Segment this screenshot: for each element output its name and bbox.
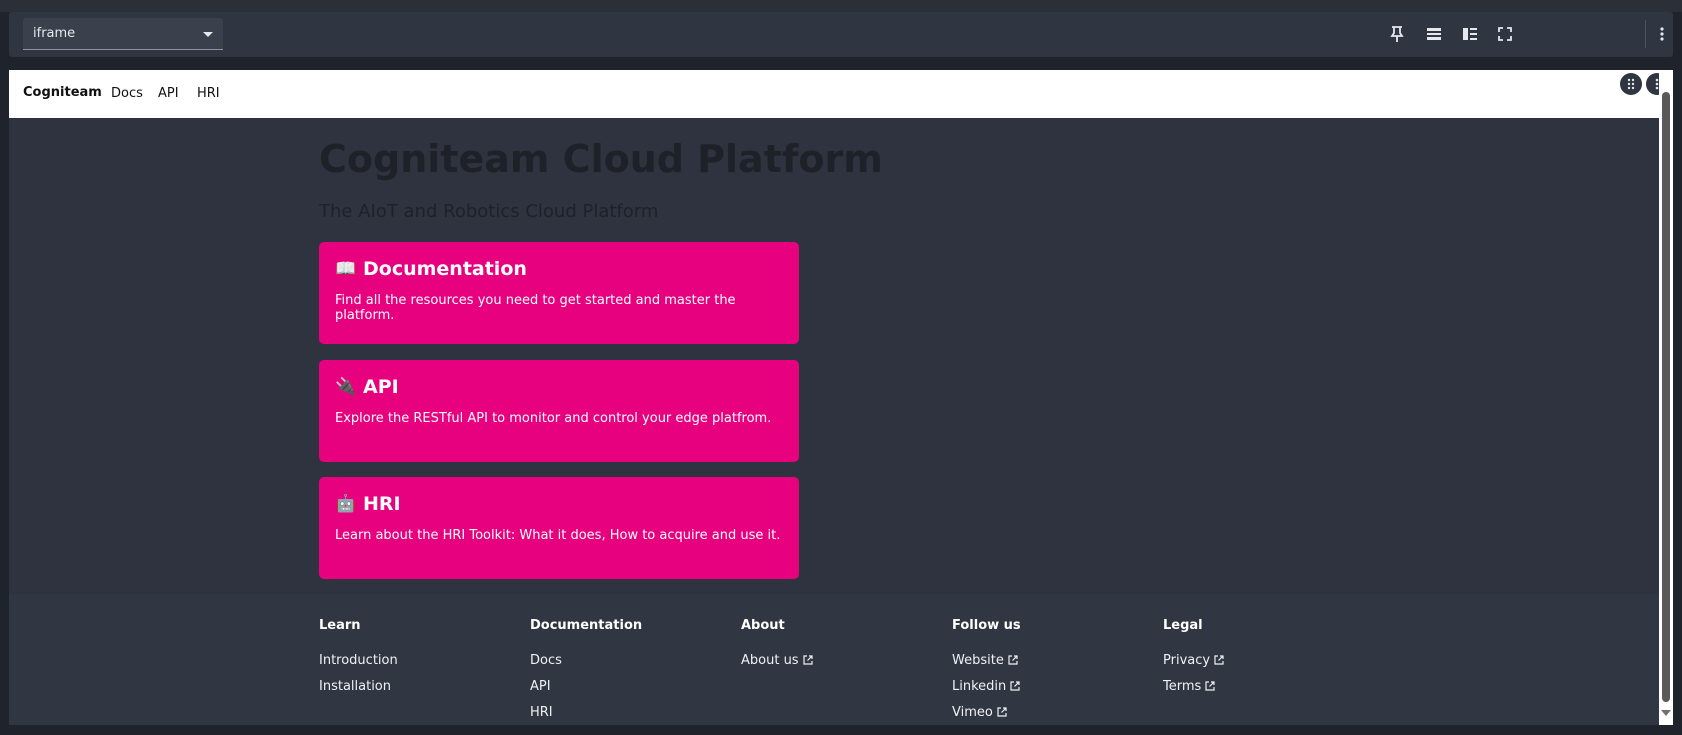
footer-link-hri[interactable]: HRI bbox=[530, 699, 642, 725]
layout-rows-icon[interactable] bbox=[1423, 23, 1445, 45]
footer-link-docs[interactable]: Docs bbox=[530, 647, 642, 673]
footer-column-documentation: Documentation Docs API HRI bbox=[530, 618, 642, 725]
panel-type-select[interactable]: iframe bbox=[23, 18, 223, 50]
card-api[interactable]: 🔌 API Explore the RESTful API to monitor… bbox=[319, 360, 799, 462]
card-title: Documentation bbox=[363, 258, 527, 280]
footer-heading: Learn bbox=[319, 618, 361, 633]
footer-column-follow-us: Follow us Website Linkedin Vimeo bbox=[952, 618, 1021, 725]
footer-heading: Legal bbox=[1163, 618, 1203, 633]
brand-link[interactable]: Cogniteam bbox=[23, 85, 102, 100]
nav-link-api[interactable]: API bbox=[158, 86, 179, 101]
drag-handle-icon[interactable] bbox=[1620, 73, 1642, 95]
page-subtitle: The AIoT and Robotics Cloud Platform bbox=[319, 201, 659, 222]
panel-type-value: iframe bbox=[33, 26, 76, 41]
nav-link-hri[interactable]: HRI bbox=[197, 86, 220, 101]
book-icon: 📖 bbox=[335, 259, 357, 279]
footer-column-legal: Legal Privacy Terms bbox=[1163, 618, 1224, 699]
footer-link-api[interactable]: API bbox=[530, 673, 642, 699]
footer-heading: Follow us bbox=[952, 618, 1021, 633]
card-description: Explore the RESTful API to monitor and c… bbox=[335, 411, 772, 426]
footer-link-linkedin[interactable]: Linkedin bbox=[952, 673, 1021, 699]
iframe-content: Cogniteam Docs API HRI Cogniteam Cloud P… bbox=[9, 70, 1673, 725]
footer-link-introduction[interactable]: Introduction bbox=[319, 647, 398, 673]
card-description: Learn about the HRI Toolkit: What it doe… bbox=[335, 528, 781, 543]
footer-link-about-us[interactable]: About us bbox=[741, 647, 813, 673]
card-title: API bbox=[363, 376, 399, 398]
footer-column-about: About About us bbox=[741, 618, 813, 673]
external-link-icon bbox=[802, 655, 813, 665]
plug-icon: 🔌 bbox=[335, 377, 357, 397]
pin-icon[interactable] bbox=[1386, 23, 1408, 45]
footer-link-terms[interactable]: Terms bbox=[1163, 673, 1224, 699]
footer-link-installation[interactable]: Installation bbox=[319, 673, 398, 699]
site-footer: Learn Introduction Installation Document… bbox=[9, 594, 1659, 725]
footer-heading: About bbox=[741, 618, 785, 633]
panel-toolbar: iframe bbox=[9, 12, 1673, 57]
footer-column-learn: Learn Introduction Installation bbox=[319, 618, 398, 699]
footer-heading: Documentation bbox=[530, 618, 643, 633]
more-vertical-icon[interactable] bbox=[1651, 23, 1673, 45]
hero-section: Cogniteam Cloud Platform The AIoT and Ro… bbox=[9, 118, 1659, 594]
robot-icon: 🤖 bbox=[335, 494, 357, 514]
window-top-strip bbox=[0, 0, 1682, 12]
toolbar-divider bbox=[1645, 20, 1646, 48]
external-link-icon bbox=[1008, 655, 1018, 665]
footer-link-vimeo[interactable]: Vimeo bbox=[952, 699, 1021, 725]
card-documentation[interactable]: 📖 Documentation Find all the resources y… bbox=[319, 242, 799, 344]
fullscreen-icon[interactable] bbox=[1494, 23, 1516, 45]
chevron-down-icon bbox=[203, 32, 213, 37]
external-link-icon bbox=[1214, 655, 1224, 665]
footer-link-website[interactable]: Website bbox=[952, 647, 1021, 673]
site-navbar: Cogniteam Docs API HRI bbox=[9, 70, 1668, 118]
card-title: HRI bbox=[363, 493, 401, 515]
external-link-icon bbox=[1010, 681, 1020, 691]
scrollbar-thumb[interactable] bbox=[1662, 92, 1670, 702]
footer-link-privacy[interactable]: Privacy bbox=[1163, 647, 1224, 673]
external-link-icon bbox=[1205, 681, 1215, 691]
layout-sidebar-icon[interactable] bbox=[1459, 23, 1481, 45]
card-hri[interactable]: 🤖 HRI Learn about the HRI Toolkit: What … bbox=[319, 477, 799, 579]
nav-link-docs[interactable]: Docs bbox=[111, 86, 143, 101]
scroll-down-icon[interactable] bbox=[1661, 710, 1671, 716]
external-link-icon bbox=[997, 707, 1007, 717]
card-description: Find all the resources you need to get s… bbox=[335, 293, 736, 323]
page-title: Cogniteam Cloud Platform bbox=[319, 137, 883, 181]
